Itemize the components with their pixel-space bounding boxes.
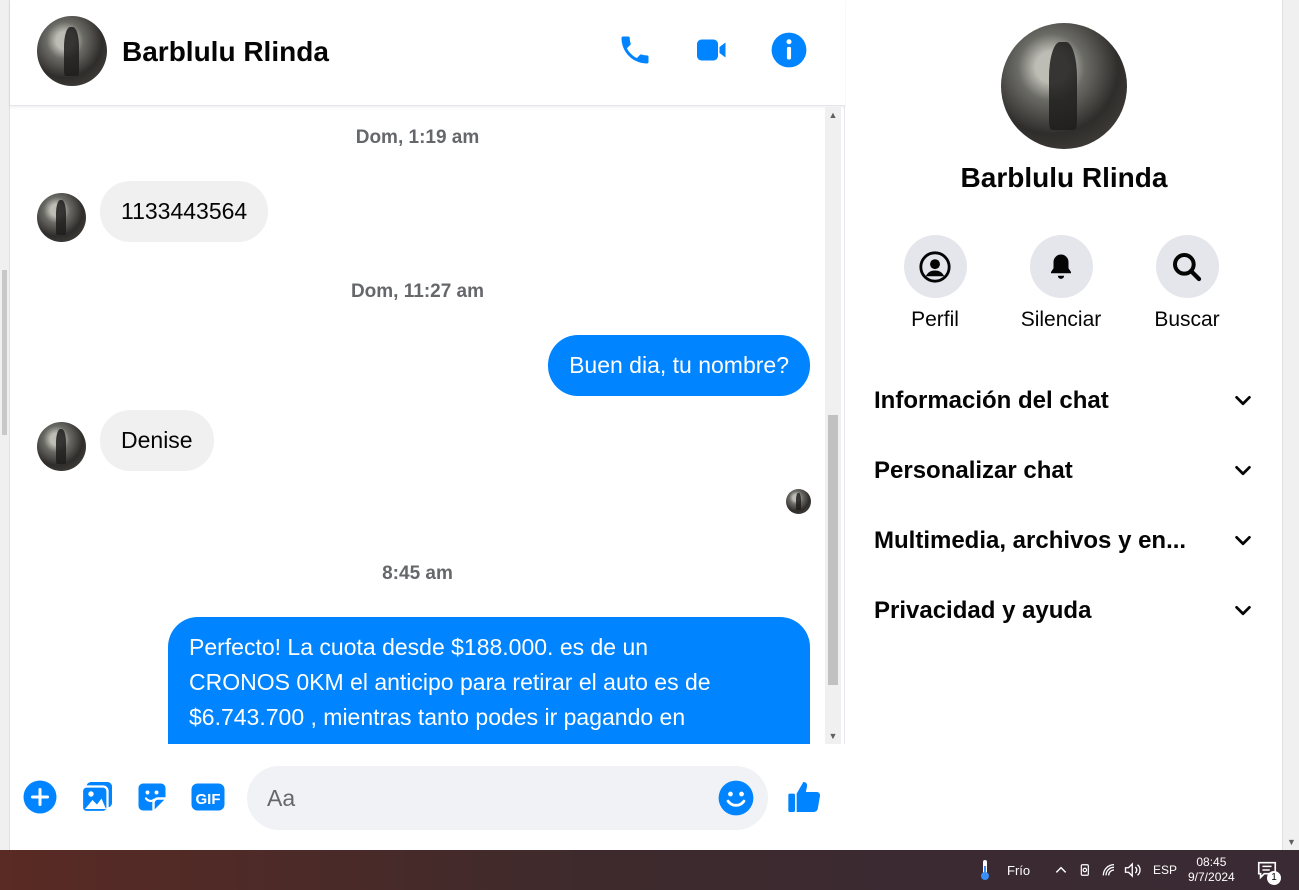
incoming-message[interactable]: 1133443564 bbox=[100, 181, 269, 242]
section-label: Personalizar chat bbox=[874, 457, 1073, 484]
section-privacy-help[interactable]: Privacidad y ayuda bbox=[874, 591, 1254, 631]
section-label: Información del chat bbox=[874, 387, 1109, 414]
wifi-icon[interactable] bbox=[1102, 850, 1118, 890]
mute-label: Silenciar bbox=[1020, 308, 1102, 331]
timestamp: Dom, 1:19 am bbox=[355, 127, 480, 148]
chevron-down-icon bbox=[1235, 395, 1251, 406]
profile-icon[interactable] bbox=[903, 235, 967, 298]
message-line: CRONOS 0KM el anticipo para retirar el a… bbox=[189, 669, 711, 695]
section-chat-info[interactable]: Información del chat bbox=[874, 381, 1254, 421]
meet-icon[interactable] bbox=[1079, 850, 1093, 890]
message-composer: GIF bbox=[10, 744, 845, 850]
bell-icon[interactable] bbox=[1029, 235, 1093, 298]
language-indicator[interactable]: ESP bbox=[1153, 850, 1177, 890]
thermometer-icon bbox=[981, 860, 989, 880]
page-scrollbar[interactable]: ▼ bbox=[1282, 0, 1299, 850]
sticker-icon[interactable] bbox=[132, 777, 172, 817]
clock[interactable]: 08:45 9/7/2024 bbox=[1188, 850, 1235, 890]
contact-avatar[interactable] bbox=[37, 16, 107, 86]
contact-profile-name: Barblulu Rlinda bbox=[960, 162, 1168, 193]
mute-action[interactable]: Silenciar bbox=[1006, 235, 1116, 332]
section-customize-chat[interactable]: Personalizar chat bbox=[874, 451, 1254, 491]
section-label: Privacidad y ayuda bbox=[874, 597, 1092, 624]
chat-panel: Barblulu Rlinda Dom, 1:19 am 1133443564 … bbox=[10, 0, 845, 850]
messenger-window: Barblulu Rlinda Dom, 1:19 am 1133443564 … bbox=[0, 0, 1299, 850]
search-label: Buscar bbox=[1154, 308, 1220, 331]
info-icon[interactable] bbox=[769, 30, 809, 70]
message-list[interactable]: Dom, 1:19 am 1133443564 Dom, 11:27 am Bu… bbox=[10, 107, 825, 744]
chevron-down-icon bbox=[1235, 535, 1251, 546]
outgoing-message[interactable]: Perfecto! La cuota desde $188.000. es de… bbox=[168, 617, 810, 744]
search-action[interactable]: Buscar bbox=[1132, 235, 1242, 332]
timestamp: Dom, 11:27 am bbox=[350, 281, 485, 302]
gif-icon[interactable]: GIF bbox=[188, 777, 228, 817]
section-label: Multimedia, archivos y en... bbox=[874, 527, 1187, 554]
windows-taskbar: Frío ESP 08:45 9/7/2024 1 bbox=[0, 850, 1299, 890]
date: 9/7/2024 bbox=[1188, 870, 1235, 884]
phone-icon[interactable] bbox=[615, 30, 655, 70]
like-icon[interactable] bbox=[785, 777, 825, 817]
scroll-down-arrow[interactable]: ▼ bbox=[1283, 834, 1299, 850]
chevron-down-icon bbox=[1235, 465, 1251, 476]
weather-widget[interactable]: Frío bbox=[975, 850, 1030, 890]
outgoing-message[interactable]: Buen dia, tu nombre? bbox=[548, 335, 810, 396]
time: 08:45 bbox=[1196, 855, 1227, 869]
chevron-up-icon[interactable] bbox=[1054, 850, 1068, 890]
plus-icon[interactable] bbox=[20, 777, 60, 817]
left-scrollbar[interactable] bbox=[0, 0, 10, 850]
video-camera-icon[interactable] bbox=[692, 30, 732, 70]
emoji-icon[interactable] bbox=[717, 779, 755, 817]
volume-icon[interactable] bbox=[1124, 850, 1142, 890]
message-input-container bbox=[247, 766, 768, 830]
gallery-icon[interactable] bbox=[77, 777, 117, 817]
message-avatar[interactable] bbox=[37, 193, 86, 242]
conversation-details-panel: Barblulu Rlinda Perfil Silenciar Buscar … bbox=[846, 0, 1282, 850]
message-line: Perfecto! La cuota desde $188.000. es de… bbox=[189, 634, 649, 660]
scrollbar-thumb[interactable] bbox=[828, 415, 838, 685]
chevron-down-icon bbox=[1235, 605, 1251, 616]
contact-name[interactable]: Barblulu Rlinda bbox=[122, 36, 329, 68]
left-scrollbar-thumb[interactable] bbox=[2, 270, 7, 435]
search-icon[interactable] bbox=[1155, 235, 1219, 298]
profile-action[interactable]: Perfil bbox=[880, 235, 990, 332]
message-scrollbar[interactable]: ▲ ▼ bbox=[825, 107, 841, 744]
scroll-down-arrow[interactable]: ▼ bbox=[825, 728, 841, 744]
scroll-up-arrow[interactable]: ▲ bbox=[825, 107, 841, 123]
notification-badge: 1 bbox=[1267, 871, 1281, 885]
section-media-files[interactable]: Multimedia, archivos y en... bbox=[874, 521, 1254, 561]
contact-profile-avatar[interactable] bbox=[1001, 23, 1127, 149]
timestamp: 8:45 am bbox=[382, 563, 453, 584]
svg-text:GIF: GIF bbox=[196, 791, 221, 808]
notification-icon[interactable]: 1 bbox=[1256, 850, 1281, 890]
message-avatar[interactable] bbox=[37, 422, 86, 471]
chat-header: Barblulu Rlinda bbox=[10, 0, 845, 106]
message-input[interactable] bbox=[267, 766, 697, 830]
profile-label: Perfil bbox=[911, 308, 959, 331]
weather-label: Frío bbox=[1007, 862, 1031, 878]
message-line: $6.743.700 , mientras tanto podes ir pag… bbox=[189, 704, 686, 730]
incoming-message[interactable]: Denise bbox=[100, 410, 214, 471]
seen-indicator-avatar bbox=[786, 489, 811, 514]
